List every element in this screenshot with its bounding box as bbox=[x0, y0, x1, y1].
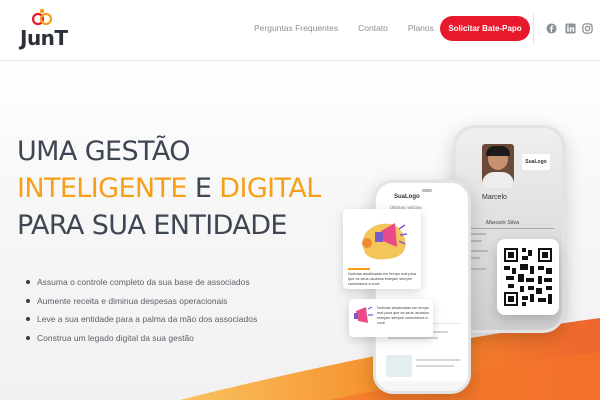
news-card-headline: Notícias atualizadas em tempo real para … bbox=[377, 306, 429, 325]
benefits-list: Assuma o controle completo da sua base d… bbox=[24, 273, 257, 347]
nav-item-faq[interactable]: Perguntas Frequentes bbox=[254, 23, 338, 33]
headline-conjunction: E bbox=[186, 173, 220, 204]
facebook-icon[interactable] bbox=[546, 23, 557, 34]
hero-headline: UMA GESTÃO INTELIGENTE E DIGITAL PARA SU… bbox=[17, 133, 321, 244]
header-divider bbox=[533, 14, 534, 44]
qr-code-card bbox=[497, 239, 559, 315]
news-card-featured[interactable]: Notícias atualizadas em tempo real para … bbox=[343, 209, 421, 289]
logo-mark-icon bbox=[32, 8, 53, 26]
news-card-secondary[interactable]: Notícias atualizadas em tempo real para … bbox=[349, 299, 433, 337]
news-category-tag bbox=[348, 268, 370, 270]
member-photo bbox=[482, 144, 514, 188]
front-logo: SuaLogo bbox=[394, 194, 420, 200]
headline-line-3: PARA SUA ENTIDADE bbox=[17, 210, 287, 241]
member-full-name: Marcelo Silva bbox=[486, 220, 520, 226]
headline-line-2: INTELIGENTE E DIGITAL bbox=[17, 170, 321, 207]
headline-word-digital: DIGITAL bbox=[219, 173, 321, 204]
benefit-item: Leve a sua entidade para a palma da mão … bbox=[24, 310, 257, 329]
request-chat-button[interactable]: Solicitar Bate-Papo bbox=[440, 16, 530, 41]
nav-item-plans[interactable]: Planos bbox=[408, 23, 434, 33]
card-logo: SuaLogo bbox=[522, 154, 550, 170]
linkedin-icon[interactable] bbox=[565, 23, 576, 34]
benefit-item: Aumente receita e diminua despesas opera… bbox=[24, 292, 257, 311]
main-nav: Perguntas Frequentes Contato Planos bbox=[254, 23, 454, 33]
headline-line-1: UMA GESTÃO bbox=[17, 136, 190, 167]
member-name: Marcelo bbox=[482, 194, 507, 201]
brand-logo[interactable]: JunT bbox=[18, 8, 70, 54]
page: JunT Perguntas Frequentes Contato Planos… bbox=[0, 0, 600, 400]
benefit-item: Assuma o controle completo da sua base d… bbox=[24, 273, 257, 292]
qr-code-icon bbox=[504, 248, 552, 306]
site-header: JunT Perguntas Frequentes Contato Planos… bbox=[0, 0, 600, 61]
benefit-item: Construa um legado digital da sua gestão bbox=[24, 329, 257, 348]
news-card-headline: Notícias atualizadas em tempo real para … bbox=[348, 272, 416, 286]
instagram-icon[interactable] bbox=[582, 23, 593, 34]
headline-word-intelligent: INTELIGENTE bbox=[17, 173, 187, 204]
megaphone-illustration-icon bbox=[347, 213, 417, 265]
megaphone-thumbnail-icon bbox=[354, 306, 373, 323]
brand-name: JunT bbox=[20, 26, 68, 50]
nav-item-contact[interactable]: Contato bbox=[358, 23, 388, 33]
